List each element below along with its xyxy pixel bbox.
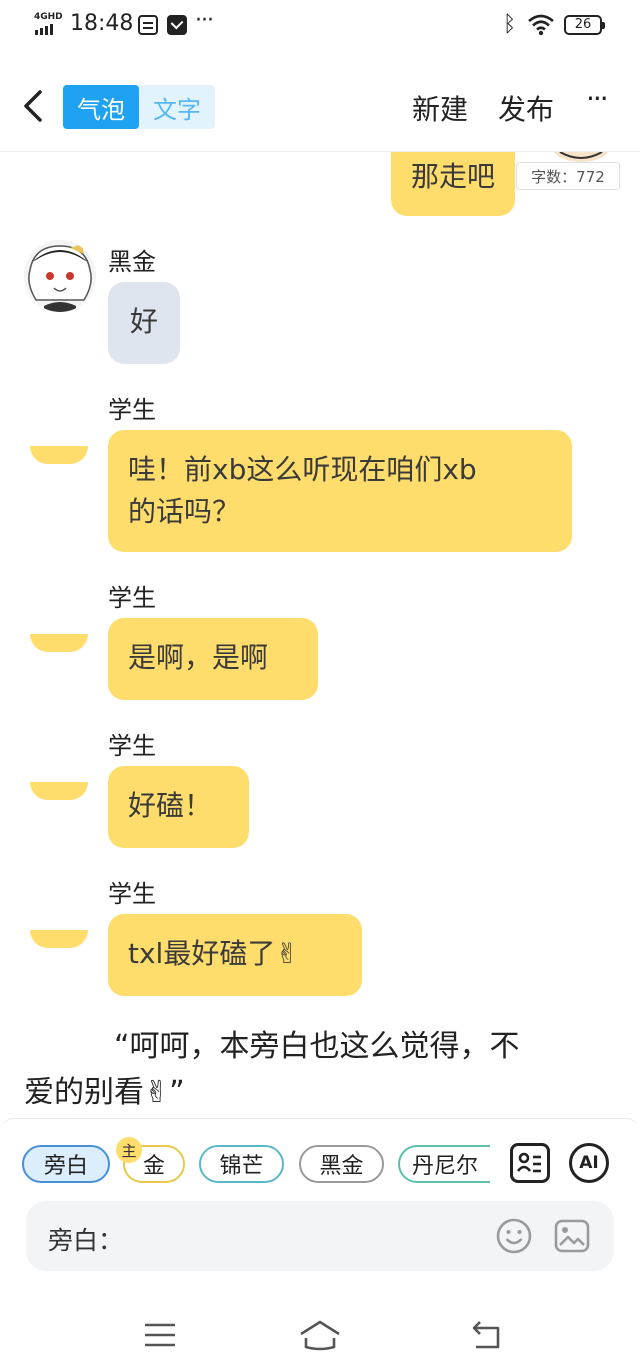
input-role-label: 旁白：: [48, 1226, 124, 1255]
message-bubble[interactable]: 好: [108, 282, 180, 364]
speaker-name: 学生: [108, 396, 156, 424]
return-icon[interactable]: [470, 1318, 504, 1352]
back-icon[interactable]: [16, 82, 52, 130]
system-navigation-bar: [0, 1298, 640, 1372]
publish-button[interactable]: 发布: [498, 88, 554, 128]
home-icon[interactable]: [298, 1318, 342, 1352]
role-chip-heijin[interactable]: 黑金: [299, 1145, 384, 1183]
message-text: 的话吗？: [128, 495, 241, 528]
avatar[interactable]: [30, 446, 88, 464]
message-text: 是啊，是啊: [128, 641, 269, 674]
notification-message-icon: [167, 15, 187, 35]
battery-icon: 26: [564, 15, 605, 35]
message-bubble[interactable]: 是啊，是啊: [108, 618, 318, 700]
tab-bubble[interactable]: 气泡: [63, 85, 139, 129]
emoji-icon[interactable]: [496, 1218, 532, 1254]
notification-app-icon: [138, 15, 158, 35]
new-button[interactable]: 新建: [412, 88, 468, 128]
role-chip-narrator[interactable]: 旁白: [22, 1145, 110, 1183]
avatar[interactable]: [30, 782, 88, 800]
message-text: 哇！前xb这么听现在咱们xb: [128, 453, 477, 486]
input-panel: 旁白 金 主 锦芒 黑金 丹尼尔 AI 旁白：: [0, 1118, 640, 1298]
word-count-badge: 字数：772: [516, 162, 620, 190]
message-text: 那走吧: [411, 160, 496, 193]
avatar[interactable]: [30, 930, 88, 948]
bluetooth-icon: ᛒ: [503, 12, 517, 37]
network-type: 4GHD: [34, 12, 63, 22]
message-input-box[interactable]: 旁白：: [26, 1201, 614, 1271]
status-bar: 4GHD 18:48 ··· ᛒ 26: [0, 0, 640, 52]
narration-line: “呵呵，本旁白也这么觉得，不: [114, 1029, 520, 1064]
message-text: 好磕！: [128, 789, 213, 822]
character-avatar-icon: [24, 240, 96, 312]
menu-icon[interactable]: [144, 1322, 176, 1348]
speaker-name: 学生: [108, 732, 156, 760]
speaker-name: 学生: [108, 880, 156, 908]
message-text: txl最好磕了✌: [128, 937, 299, 970]
speaker-name: 学生: [108, 584, 156, 612]
tab-text[interactable]: 文字: [139, 85, 215, 129]
role-card-button[interactable]: [510, 1143, 550, 1183]
speaker-name: 黑金: [108, 248, 156, 276]
message-bubble[interactable]: 好磕！: [108, 766, 249, 848]
message-text: 好: [129, 305, 158, 338]
avatar[interactable]: [24, 240, 96, 312]
role-chip-jinmang[interactable]: 锦芒: [199, 1145, 284, 1183]
clock: 18:48: [70, 11, 134, 36]
mode-switch: 气泡 文字: [63, 85, 215, 129]
ai-icon[interactable]: AI: [569, 1143, 609, 1183]
editor-header: 气泡 文字 新建 发布 ···: [0, 60, 640, 152]
chat-area[interactable]: 那走吧 字数：772 黑金 好 学生 哇！前xb这么听现在咱们xb 的话吗？ 学…: [0, 152, 640, 1118]
lead-role-badge: 主: [116, 1137, 142, 1163]
role-chip-daniel[interactable]: 丹尼尔: [398, 1145, 490, 1183]
narration-line: 爱的别看✌”: [24, 1075, 185, 1110]
narration-text[interactable]: “呵呵，本旁白也这么觉得，不 爱的别看✌”: [24, 1024, 604, 1116]
message-bubble[interactable]: 那走吧: [391, 152, 516, 216]
card-icon: [516, 1152, 541, 1173]
notification-more-icon: ···: [195, 8, 214, 33]
cellular-signal-icon: 4GHD: [34, 12, 63, 36]
wifi-icon: [528, 14, 554, 36]
message-bubble[interactable]: 哇！前xb这么听现在咱们xb 的话吗？: [108, 430, 572, 552]
avatar[interactable]: [30, 634, 88, 652]
more-options-icon[interactable]: ···: [586, 82, 609, 115]
ai-label: AI: [579, 1153, 599, 1173]
message-input[interactable]: [122, 1217, 482, 1255]
message-bubble[interactable]: txl最好磕了✌: [108, 914, 362, 996]
image-icon[interactable]: [554, 1218, 590, 1254]
